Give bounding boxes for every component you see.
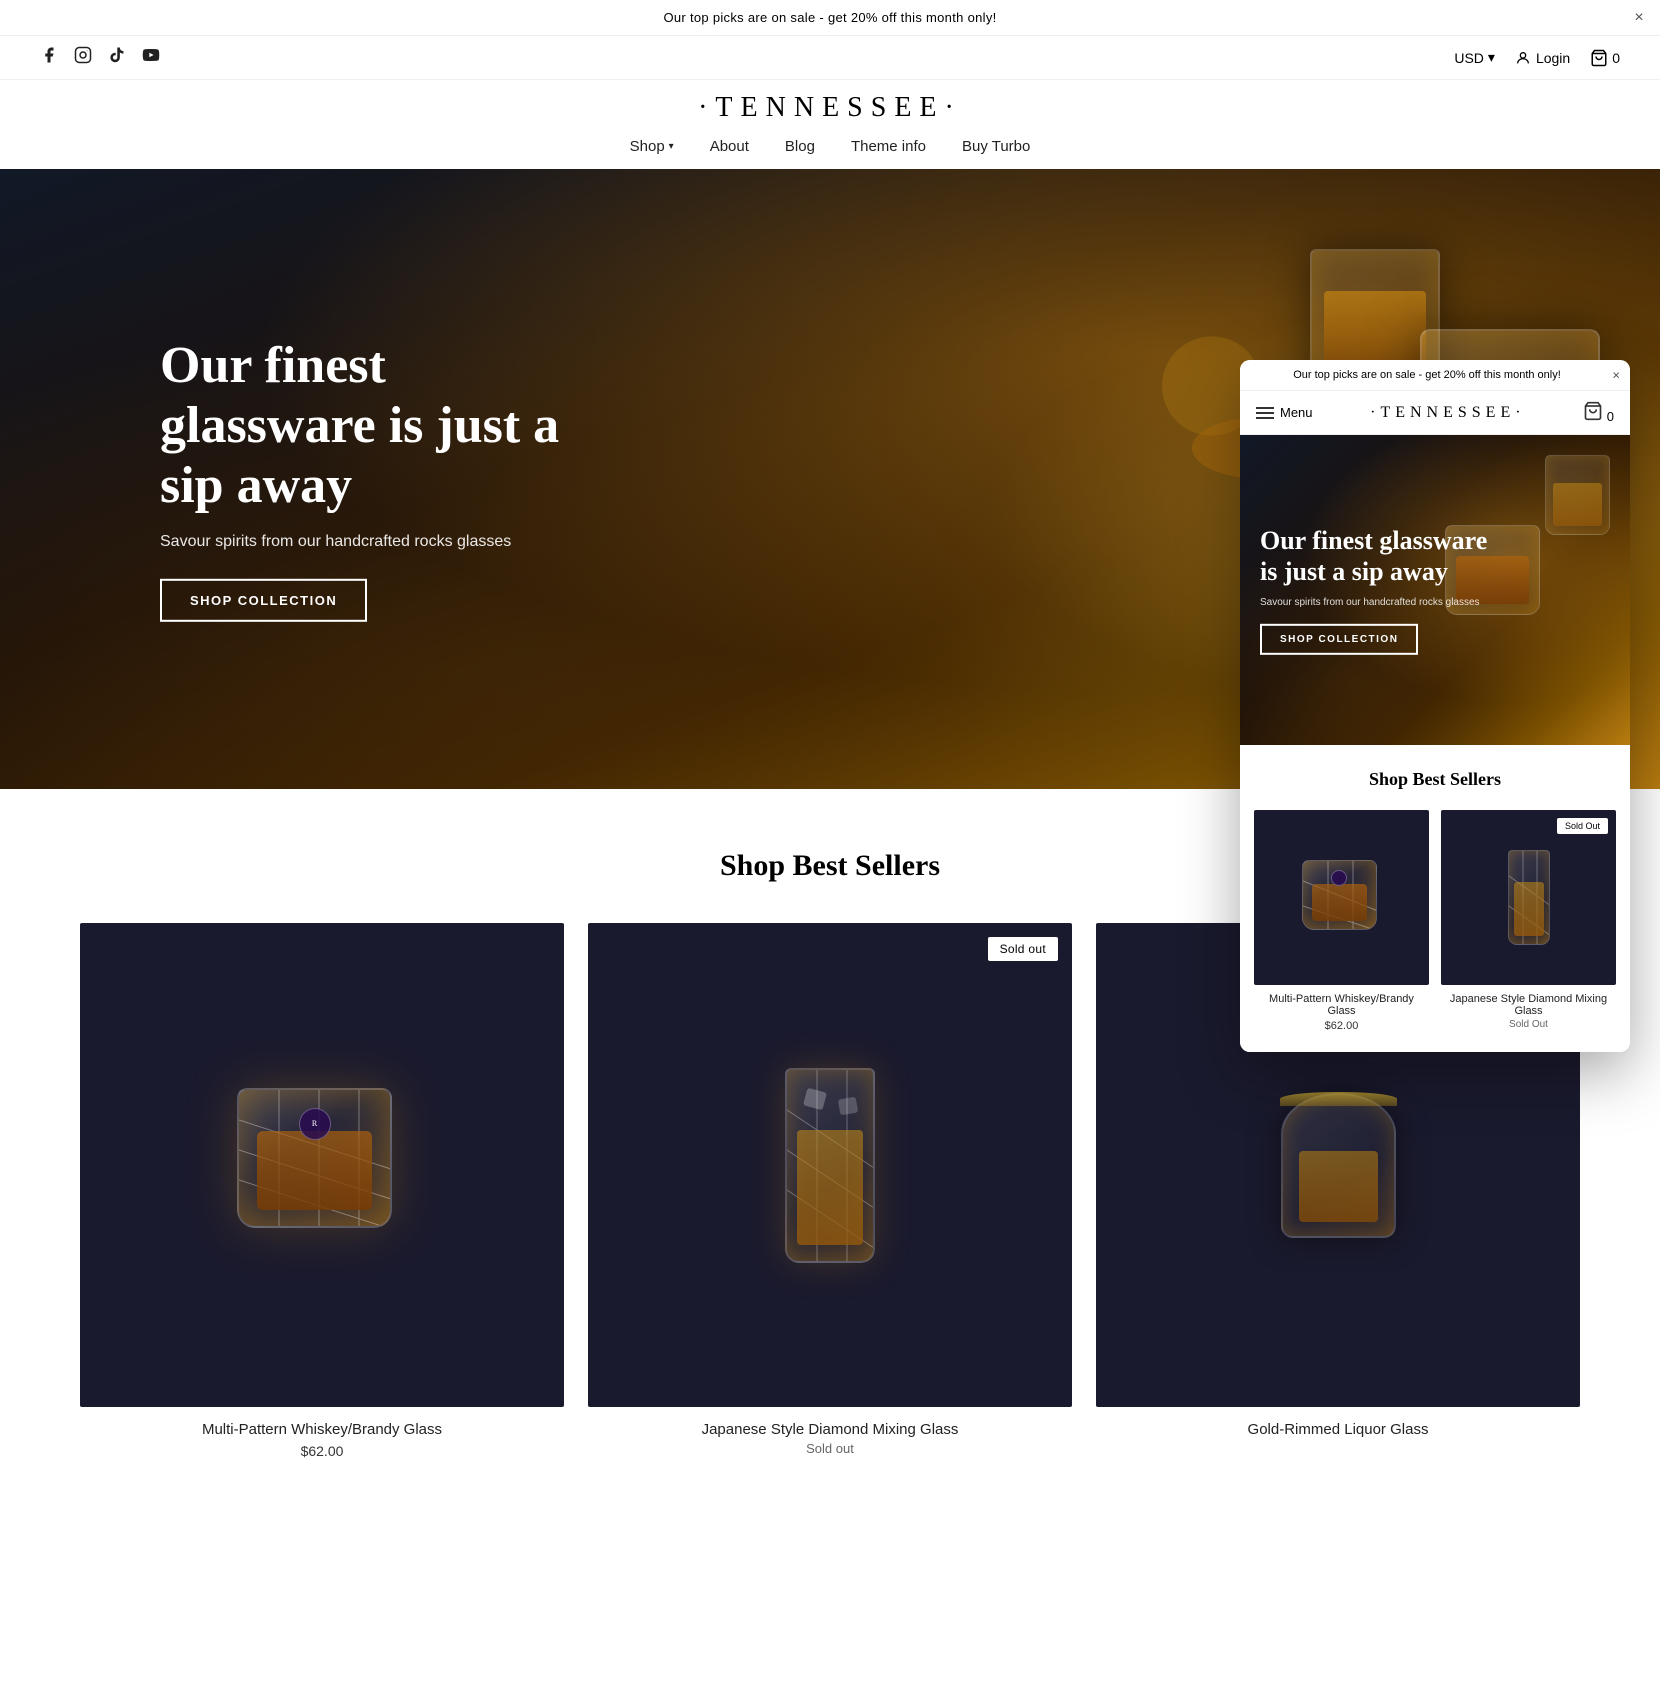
logo-bar: ·TENNESSEE·	[0, 80, 1660, 130]
announcement-bar: Our top picks are on sale - get 20% off …	[0, 0, 1660, 36]
product-name-2: Japanese Style Diamond Mixing Glass	[588, 1421, 1072, 1438]
mobile-products-section: Shop Best Sellers	[1240, 745, 1630, 1052]
mobile-hero-content: Our finest glassware is just a sip away …	[1260, 525, 1490, 655]
currency-selector[interactable]: USD ▾	[1454, 49, 1495, 66]
hero-title: Our finest glassware is just a sip away	[160, 336, 580, 515]
nav-item-themeinfo[interactable]: Theme info	[851, 138, 926, 155]
product-price-1: $62.00	[80, 1443, 564, 1459]
sold-out-badge-2: Sold out	[988, 937, 1058, 961]
currency-chevron-icon: ▾	[1488, 49, 1495, 66]
mobile-menu-label: Menu	[1280, 405, 1313, 420]
product-image-1: R	[80, 923, 564, 1407]
youtube-icon[interactable]	[142, 46, 160, 69]
mobile-product-card-2[interactable]: Sold Out	[1441, 810, 1616, 1032]
mobile-announcement-text: Our top picks are on sale - get 20% off …	[1293, 369, 1561, 381]
mobile-menu-button[interactable]: Menu	[1256, 405, 1313, 420]
mobile-cart-button[interactable]: 0	[1583, 401, 1614, 424]
hero-subtitle: Savour spirits from our handcrafted rock…	[160, 533, 580, 551]
login-button[interactable]: Login	[1515, 50, 1570, 66]
mobile-tall-glass	[1545, 455, 1610, 535]
mobile-hero-section: Our finest glassware is just a sip away …	[1240, 435, 1630, 745]
announcement-close-btn[interactable]: ×	[1634, 9, 1644, 27]
login-label: Login	[1536, 50, 1570, 66]
product-image-2: Sold out	[588, 923, 1072, 1407]
top-bar: USD ▾ Login 0	[0, 36, 1660, 80]
mobile-hero-title: Our finest glassware is just a sip away	[1260, 525, 1490, 587]
hero-cta-button[interactable]: SHOP COLLECTION	[160, 579, 367, 622]
cart-count: 0	[1612, 50, 1620, 66]
mobile-product-status-2: Sold Out	[1441, 1019, 1616, 1030]
tiktok-icon[interactable]	[108, 46, 126, 69]
nav-item-shop[interactable]: Shop ▾	[630, 138, 674, 155]
social-icons	[40, 46, 160, 69]
mobile-cart-count: 0	[1607, 409, 1614, 424]
facebook-icon[interactable]	[40, 46, 58, 69]
mobile-product-name-1: Multi-Pattern Whiskey/Brandy Glass	[1254, 993, 1429, 1017]
cart-icon	[1590, 49, 1608, 67]
currency-label: USD	[1454, 50, 1484, 66]
mobile-announcement-bar: Our top picks are on sale - get 20% off …	[1240, 360, 1630, 391]
mobile-announcement-close[interactable]: ×	[1612, 368, 1620, 383]
nav-item-about[interactable]: About	[710, 138, 749, 155]
product-card-2[interactable]: Sold out	[588, 923, 1072, 1459]
mobile-product-price-1: $62.00	[1254, 1020, 1429, 1032]
hero-content: Our finest glassware is just a sip away …	[160, 336, 580, 622]
announcement-text: Our top picks are on sale - get 20% off …	[663, 10, 996, 25]
mobile-product-image-1	[1254, 810, 1429, 985]
top-right: USD ▾ Login 0	[1454, 49, 1620, 67]
site-logo[interactable]: ·TENNESSEE·	[698, 92, 962, 123]
mobile-hero-subtitle: Savour spirits from our handcrafted rock…	[1260, 597, 1490, 608]
mobile-header: Menu ·TENNESSEE· 0	[1240, 391, 1630, 435]
main-nav: Shop ▾ About Blog Theme info Buy Turbo	[0, 130, 1660, 169]
mobile-sold-out-badge-2: Sold Out	[1557, 818, 1608, 834]
user-icon	[1515, 50, 1531, 66]
cart-button[interactable]: 0	[1590, 49, 1620, 67]
mobile-logo[interactable]: ·TENNESSEE·	[1370, 404, 1525, 422]
product-card-1[interactable]: R Multi-Pattern Whiskey/Brandy Glass $62…	[80, 923, 564, 1459]
product-name-3: Gold-Rimmed Liquor Glass	[1096, 1421, 1580, 1438]
product-status-2: Sold out	[588, 1441, 1072, 1456]
mobile-overlay: Our top picks are on sale - get 20% off …	[1240, 360, 1630, 1052]
mobile-cart-icon	[1583, 401, 1603, 421]
product-name-1: Multi-Pattern Whiskey/Brandy Glass	[80, 1421, 564, 1438]
nav-item-blog[interactable]: Blog	[785, 138, 815, 155]
nav-item-buyturbo[interactable]: Buy Turbo	[962, 138, 1030, 155]
mobile-product-name-2: Japanese Style Diamond Mixing Glass	[1441, 993, 1616, 1017]
hamburger-icon	[1256, 407, 1274, 419]
instagram-icon[interactable]	[74, 46, 92, 69]
mobile-product-card-1[interactable]: Multi-Pattern Whiskey/Brandy Glass $62.0…	[1254, 810, 1429, 1032]
mobile-products-grid: Multi-Pattern Whiskey/Brandy Glass $62.0…	[1254, 810, 1616, 1032]
mobile-product-image-2: Sold Out	[1441, 810, 1616, 985]
mobile-hero-cta-button[interactable]: SHOP COLLECTION	[1260, 624, 1418, 655]
mobile-products-title: Shop Best Sellers	[1254, 769, 1616, 790]
chevron-down-icon: ▾	[669, 141, 674, 152]
